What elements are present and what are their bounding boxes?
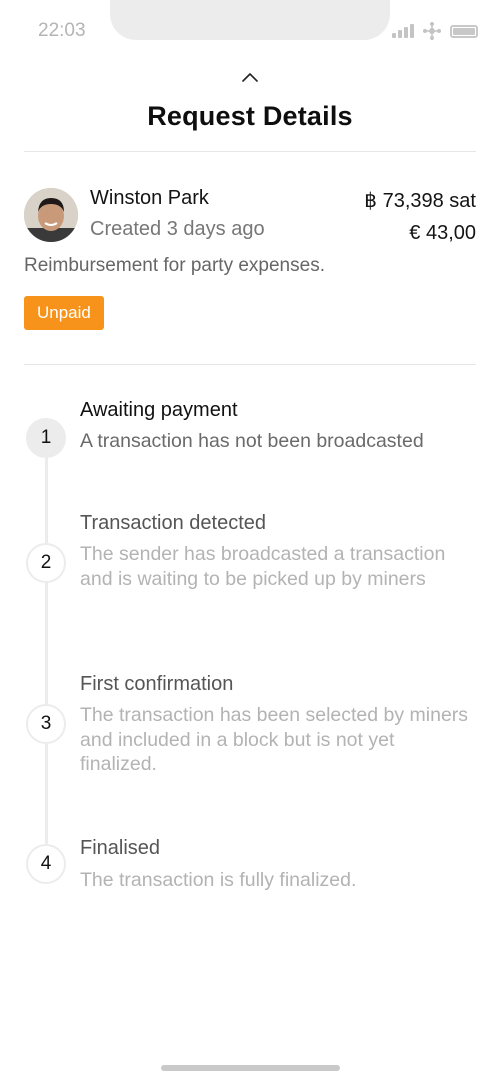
step-number: 1 [26, 418, 66, 458]
step-number: 4 [26, 844, 66, 884]
status-badge: Unpaid [24, 296, 104, 330]
step-title: Transaction detected [80, 512, 267, 534]
amount-fiat: € 43,00 [409, 222, 476, 244]
step-description: A transaction has not been broadcasted [80, 430, 424, 452]
avatar [24, 188, 78, 242]
status-icons [392, 22, 478, 40]
step-title: Awaiting payment [80, 399, 238, 421]
step-number: 2 [26, 543, 66, 583]
device-notch [110, 0, 390, 40]
step-title: Finalised [80, 837, 161, 859]
step-description: The transaction is fully finalized. [80, 869, 357, 891]
step-description: The sender has broadcasted a transaction… [80, 543, 446, 590]
created-time: Created 3 days ago [90, 218, 265, 240]
user-name: Winston Park [90, 187, 209, 209]
step-description: The transaction has been selected by min… [80, 704, 469, 775]
header-divider [24, 151, 476, 152]
request-description: Reimbursement for party expenses. [24, 255, 325, 276]
chevron-up-icon[interactable] [240, 70, 260, 84]
step-title: First confirmation [80, 673, 234, 695]
timeline-line [45, 440, 48, 870]
battery-icon [450, 24, 478, 38]
step-number: 3 [26, 704, 66, 744]
amount-btc: ฿ 73,398 sat [364, 190, 476, 212]
status-time: 22:03 [38, 20, 86, 41]
page-title: Request Details [147, 101, 353, 131]
home-indicator[interactable] [161, 1065, 340, 1071]
section-divider [24, 364, 476, 365]
signal-icon [392, 24, 414, 38]
status-bar: 22:03 [0, 0, 500, 60]
network-icon [423, 22, 441, 40]
